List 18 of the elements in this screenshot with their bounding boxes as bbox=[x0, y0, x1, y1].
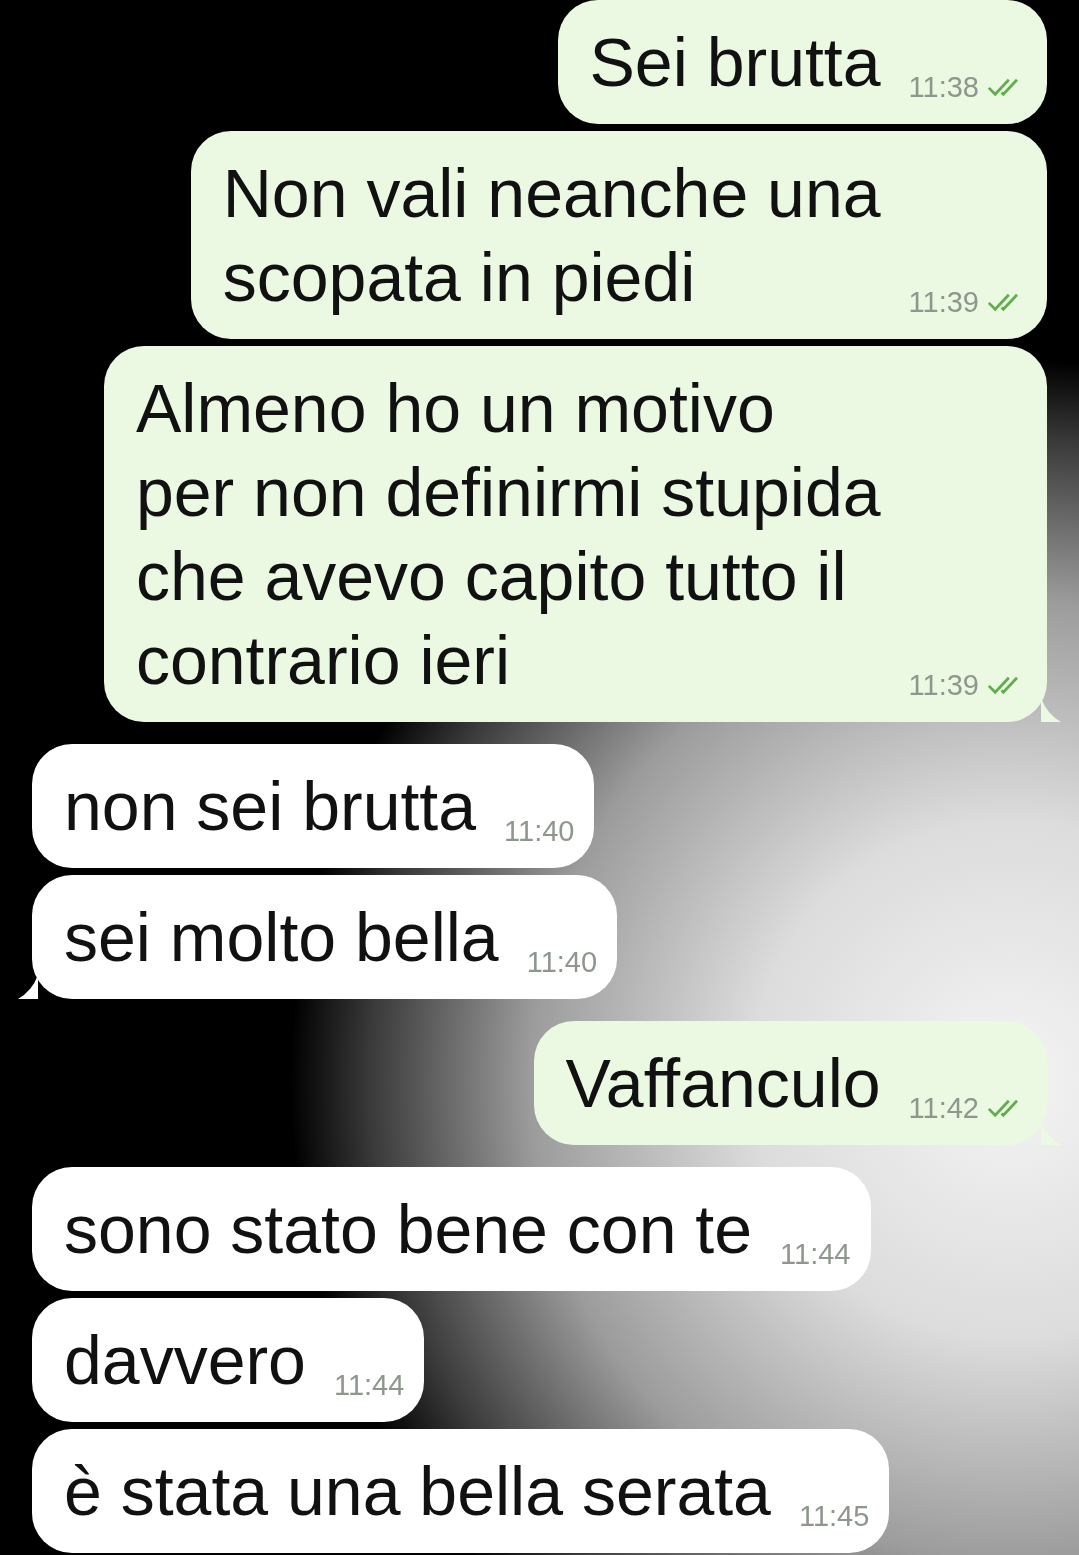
message-time: 11:40 bbox=[526, 947, 598, 977]
message-time: 11:38 bbox=[908, 72, 979, 102]
message-time: 11:45 bbox=[798, 1501, 870, 1531]
message-text: è stata una bella serata bbox=[64, 1452, 771, 1531]
message-text: Sei brutta bbox=[589, 23, 881, 102]
message-text: Non vali neanche una scopata in piedi bbox=[222, 154, 881, 317]
message-time: 11:39 bbox=[908, 670, 979, 700]
message-text: non sei brutta bbox=[64, 767, 477, 846]
message-text: sono stato bene con te bbox=[64, 1190, 753, 1269]
message-time: 11:44 bbox=[780, 1239, 851, 1269]
message-time: 11:39 bbox=[908, 287, 979, 317]
message-text: Almeno ho un motivo per non definirmi stupida che avevo capito tutto il contrario ieri bbox=[135, 369, 881, 700]
message-time: 11:40 bbox=[504, 816, 575, 846]
message-time: 11:42 bbox=[908, 1093, 979, 1123]
message-text: davvero bbox=[64, 1321, 306, 1400]
message-time: 11:44 bbox=[333, 1370, 405, 1400]
message-text: sei molto bella bbox=[64, 898, 499, 977]
message-text: Vaffanculo bbox=[565, 1044, 881, 1123]
